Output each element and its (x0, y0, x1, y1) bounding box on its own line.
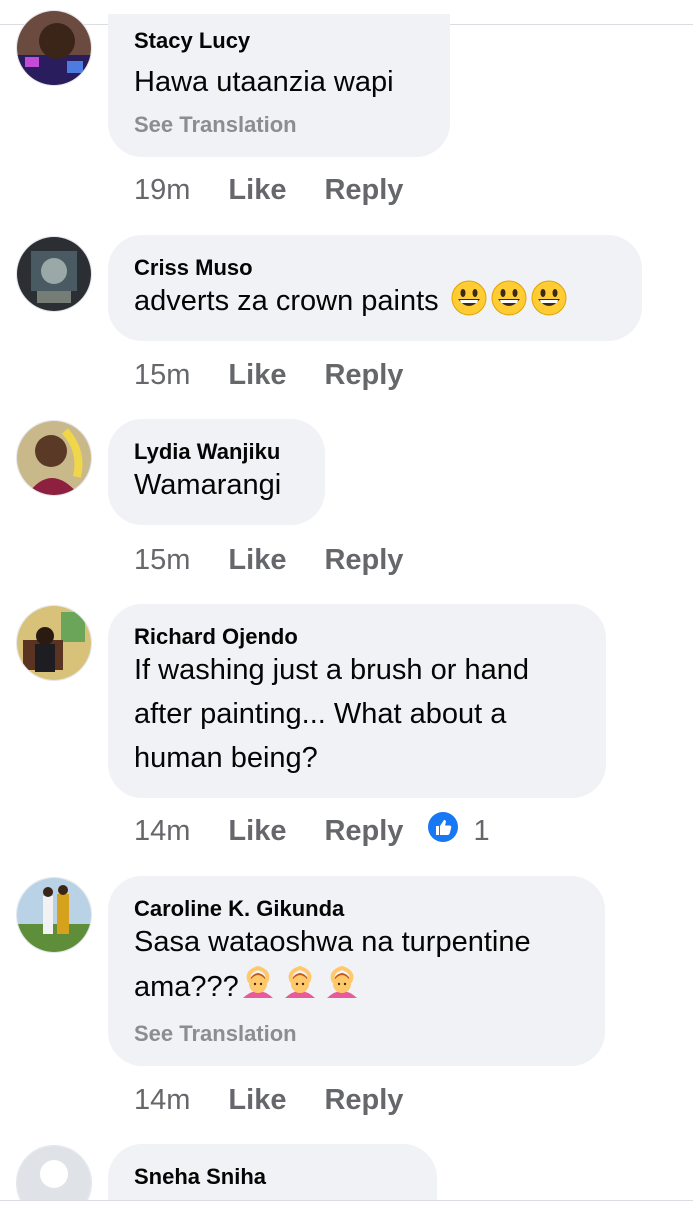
comment-line: human being? (134, 742, 318, 774)
reply-button[interactable]: Reply (324, 359, 403, 392)
comment-line: Wamarangi (134, 469, 282, 501)
comment-text: Wamarangi (134, 463, 281, 507)
grinning-face-emoji (491, 280, 527, 329)
person-gesturing-ok-emoji (281, 964, 319, 1015)
comment-line: ama??? (134, 971, 239, 1003)
comment-actions: 14m Like Reply (134, 1080, 441, 1120)
reply-button[interactable]: Reply (324, 1084, 403, 1117)
grinning-face-emoji (451, 280, 487, 329)
thumbs-up-icon (427, 811, 459, 851)
avatar-sneha-sniha[interactable] (16, 1145, 92, 1200)
like-button[interactable]: Like (228, 544, 286, 577)
avatar-lydia-wanjiku[interactable] (16, 420, 92, 496)
reply-button[interactable]: Reply (324, 174, 403, 207)
person-gesturing-ok-emoji (323, 964, 361, 1015)
comment-bubble[interactable]: Stacy Lucy Hawa utaanzia wapi See Transl… (108, 14, 450, 157)
comment-actions: 15m Like Reply (134, 355, 441, 395)
comment-text: adverts za crown paints (134, 279, 567, 329)
avatar-criss-muso[interactable] (16, 236, 92, 312)
commenter-name[interactable]: Lydia Wanjiku (134, 439, 280, 465)
comment-bubble[interactable]: Caroline K. Gikunda Sasa wataoshwa na tu… (108, 876, 605, 1066)
comment-bubble[interactable]: Criss Muso adverts za crown paints (108, 235, 642, 341)
like-button[interactable]: Like (228, 1084, 286, 1117)
commenter-name[interactable]: Caroline K. Gikunda (134, 896, 344, 922)
see-translation-link[interactable]: See Translation (134, 1021, 297, 1047)
commenter-name[interactable]: Sneha Sniha (134, 1164, 266, 1190)
see-translation-link[interactable]: See Translation (134, 112, 297, 138)
comment-text: Sasa wataoshwa na turpentine ama??? (134, 920, 531, 1015)
like-button[interactable]: Like (228, 174, 286, 207)
avatar-stacy-lucy[interactable] (16, 10, 92, 86)
comment-line-with-emojis: ama??? (134, 964, 531, 1015)
bottom-divider (0, 1200, 693, 1201)
commenter-name[interactable]: Stacy Lucy (134, 28, 250, 54)
reaction-count: 1 (473, 814, 490, 847)
comment-timestamp: 14m (134, 814, 191, 847)
comment-actions: 19m Like Reply (134, 170, 441, 210)
comment-actions: 14m Like Reply 1 (134, 811, 490, 851)
comment-bubble[interactable]: Richard Ojendo If washing just a brush o… (108, 604, 606, 798)
comment-line: Hawa utaanzia wapi (134, 66, 394, 98)
commenter-name[interactable]: Richard Ojendo (134, 624, 298, 650)
comment-line: after painting... What about a (134, 698, 507, 730)
reply-button[interactable]: Reply (324, 544, 403, 577)
reaction-summary[interactable]: 1 (427, 811, 490, 851)
comment-timestamp: 15m (134, 543, 191, 576)
comment-bubble[interactable]: Lydia Wanjiku Wamarangi (108, 419, 325, 525)
comment-text: Hawa utaanzia wapi (134, 60, 394, 104)
comment-line: If washing just a brush or hand (134, 654, 529, 686)
comments-list: Stacy Lucy Hawa utaanzia wapi See Transl… (0, 0, 693, 1200)
like-button[interactable]: Like (228, 815, 286, 848)
comment-timestamp: 19m (134, 173, 191, 206)
person-gesturing-ok-emoji (239, 964, 277, 1015)
avatar-caroline-k-gikunda[interactable] (16, 877, 92, 953)
grinning-face-emoji (531, 280, 567, 329)
comment-timestamp: 15m (134, 358, 191, 391)
commenter-name[interactable]: Criss Muso (134, 255, 253, 281)
comment-timestamp: 14m (134, 1083, 191, 1116)
comment-text: If washing just a brush or hand after pa… (134, 648, 529, 780)
like-button[interactable]: Like (228, 359, 286, 392)
comment-actions: 15m Like Reply (134, 540, 441, 580)
reply-button[interactable]: Reply (324, 815, 403, 848)
comment-line: Sasa wataoshwa na turpentine (134, 926, 531, 958)
avatar-richard-ojendo[interactable] (16, 605, 92, 681)
comment-line: adverts za crown paints (134, 285, 439, 317)
comment-bubble[interactable]: Sneha Sniha (108, 1144, 437, 1200)
